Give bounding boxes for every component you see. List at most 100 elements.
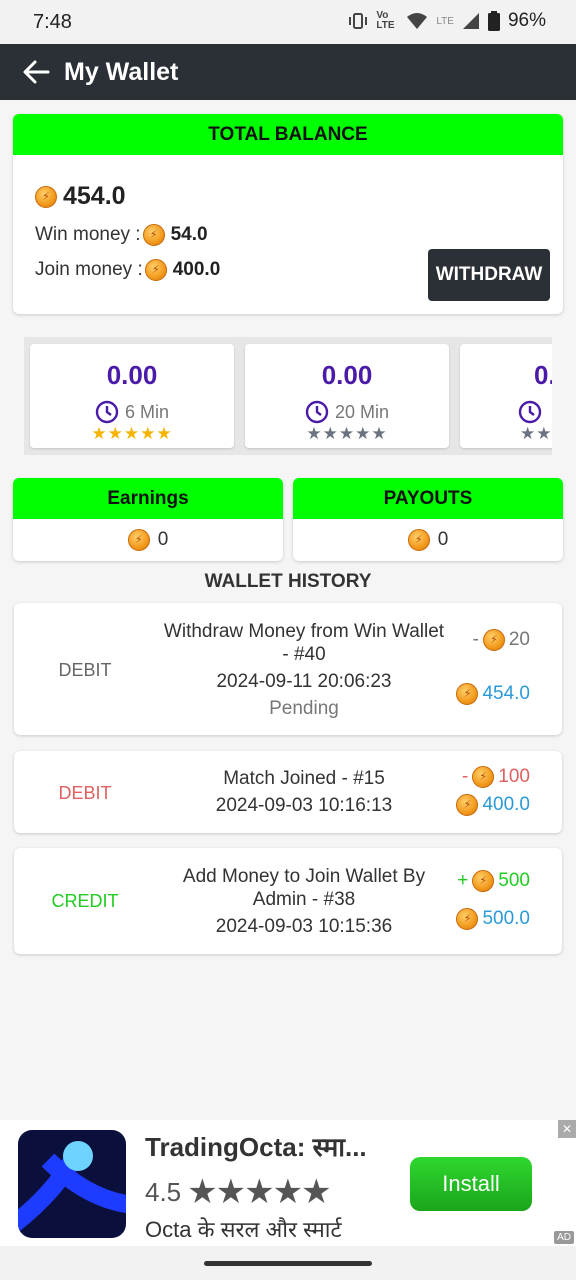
ad-close-icon[interactable]: ✕ xyxy=(558,1120,576,1138)
history-item[interactable]: CREDIT Add Money to Join Wallet By Admin… xyxy=(14,848,562,954)
description-line: Add Money to Join Wallet By xyxy=(182,866,426,887)
total-balance-value: 454.0 xyxy=(63,182,126,210)
vibrate-icon xyxy=(349,13,368,29)
coin-icon xyxy=(127,529,150,551)
earnings-value-row: 0 xyxy=(13,519,283,561)
amount-value: 500 xyxy=(498,870,530,891)
balance-value: 500.0 xyxy=(482,908,530,929)
payouts-value: 0 xyxy=(437,529,449,550)
history-item[interactable]: DEBIT Withdraw Money from Win Wallet - #… xyxy=(14,603,562,735)
install-button[interactable]: Install xyxy=(410,1157,532,1211)
transaction-type: DEBIT xyxy=(58,660,112,680)
total-balance-row: 454.0 xyxy=(35,182,126,211)
coin-icon xyxy=(144,259,167,281)
transaction-balance: 500.0 xyxy=(456,908,530,930)
ad-rating-value: 4.5 xyxy=(145,1176,182,1207)
ad-banner[interactable]: TradingOcta: स्मा... 4.5 ★★★★★ Octa के स… xyxy=(0,1120,576,1246)
join-money-label: Join money : xyxy=(35,259,143,280)
clock-icon xyxy=(95,400,119,424)
join-money-row: Join money : 400.0 xyxy=(35,259,220,281)
back-arrow-icon[interactable] xyxy=(22,58,50,86)
tournament-strip[interactable]: 0.00 6 Min ★★★★★ 0.00 20 Min ★★★★★ 0. ★★ xyxy=(24,337,552,455)
transaction-date: 2024-09-11 20:06:23 xyxy=(216,671,392,692)
coin-icon xyxy=(472,766,495,788)
description-line: Match Joined - #15 xyxy=(223,768,385,789)
signal-icon xyxy=(462,13,479,29)
balance-value: 454.0 xyxy=(482,683,530,704)
win-money-row: Win money : 54.0 xyxy=(35,224,208,246)
coin-icon xyxy=(456,683,479,705)
tournament-amount: 0. xyxy=(534,360,552,390)
tournament-card[interactable]: 0. ★★ xyxy=(460,344,552,448)
amount-sign: - xyxy=(461,766,469,787)
join-money-value: 400.0 xyxy=(172,259,221,280)
amount-sign: + xyxy=(457,870,469,891)
tournament-duration-label: 6 Min xyxy=(124,401,169,422)
app-bar: My Wallet xyxy=(0,44,576,100)
transaction-amount: - 100 xyxy=(462,766,530,788)
lte-label: LTE xyxy=(436,15,454,27)
transaction-amount: + 500 xyxy=(457,870,530,892)
amount-value: 20 xyxy=(508,629,530,650)
payouts-card[interactable]: PAYOUTS 0 xyxy=(293,478,563,561)
coin-icon xyxy=(142,224,165,246)
amount-sign: - xyxy=(472,629,479,650)
app-logo-icon xyxy=(18,1141,126,1233)
system-nav-bar xyxy=(0,1246,576,1280)
clock-icon xyxy=(518,400,542,424)
transaction-date: 2024-09-03 10:15:36 xyxy=(215,916,393,937)
transaction-balance: 400.0 xyxy=(456,794,530,816)
ad-subtitle: Octa के सरल और स्मार्ट xyxy=(145,1217,342,1242)
description-line: Admin - #38 xyxy=(252,889,356,910)
tournament-duration: 20 Min xyxy=(245,400,449,424)
payouts-value-row: 0 xyxy=(293,519,563,561)
ad-app-name[interactable]: TradingOcta: स्मा... xyxy=(145,1128,367,1164)
coin-icon xyxy=(472,870,495,892)
transaction-balance: 454.0 xyxy=(456,683,530,705)
earnings-card[interactable]: Earnings 0 xyxy=(13,478,283,561)
transaction-description: Withdraw Money from Win Wallet - #40 202… xyxy=(137,620,471,720)
transaction-amount: - 20 xyxy=(473,629,530,651)
ad-app-icon[interactable] xyxy=(18,1130,126,1238)
tournament-amount: 0.00 xyxy=(321,360,373,390)
coin-icon xyxy=(456,908,479,930)
tournament-duration xyxy=(460,400,552,424)
transaction-date: 2024-09-03 10:16:13 xyxy=(215,795,393,816)
tournament-card[interactable]: 0.00 20 Min ★★★★★ xyxy=(245,344,449,448)
tournament-stars: ★★ xyxy=(520,424,552,443)
clock-icon xyxy=(305,400,329,424)
transaction-description: Add Money to Join Wallet By Admin - #38 … xyxy=(137,865,471,938)
transaction-type: DEBIT xyxy=(58,783,112,803)
coin-icon xyxy=(456,794,479,816)
total-balance-header: TOTAL BALANCE xyxy=(13,114,563,155)
win-money-value: 54.0 xyxy=(170,224,208,245)
balance-value: 400.0 xyxy=(482,794,530,815)
description-line: Withdraw Money from Win Wallet xyxy=(163,621,445,642)
coin-icon xyxy=(482,629,505,651)
ad-rating-stars: ★★★★★ xyxy=(187,1173,331,1211)
home-handle[interactable] xyxy=(204,1261,372,1266)
amount-value: 100 xyxy=(498,766,530,787)
description-line: - #40 xyxy=(282,644,326,665)
tournament-stars: ★★★★★ xyxy=(91,424,173,443)
wallet-history-title: WALLET HISTORY xyxy=(204,571,372,592)
coin-icon xyxy=(407,529,430,551)
status-icons: Vo LTE LTE 96% xyxy=(348,10,546,32)
volte-icon: Vo LTE xyxy=(376,10,395,31)
transaction-status: Pending xyxy=(269,698,339,719)
history-item[interactable]: DEBIT Match Joined - #15 2024-09-03 10:1… xyxy=(14,751,562,833)
ad-rating: 4.5 ★★★★★ xyxy=(145,1172,332,1212)
tournament-card[interactable]: 0.00 6 Min ★★★★★ xyxy=(30,344,234,448)
withdraw-button[interactable]: WITHDRAW xyxy=(428,249,550,301)
payouts-header: PAYOUTS xyxy=(293,478,563,519)
earnings-header: Earnings xyxy=(13,478,283,519)
battery-icon xyxy=(487,11,500,31)
coin-icon xyxy=(35,185,57,208)
transaction-description: Match Joined - #15 2024-09-03 10:16:13 xyxy=(137,767,471,817)
status-time: 7:48 xyxy=(33,11,72,33)
tournament-duration: 6 Min xyxy=(30,400,234,424)
total-balance-card: TOTAL BALANCE 454.0 Win money : 54.0 Joi… xyxy=(13,114,563,314)
win-money-label: Win money : xyxy=(35,224,141,245)
status-bar: 7:48 Vo LTE LTE 96% xyxy=(0,0,576,44)
ad-tag: AD xyxy=(554,1231,574,1244)
